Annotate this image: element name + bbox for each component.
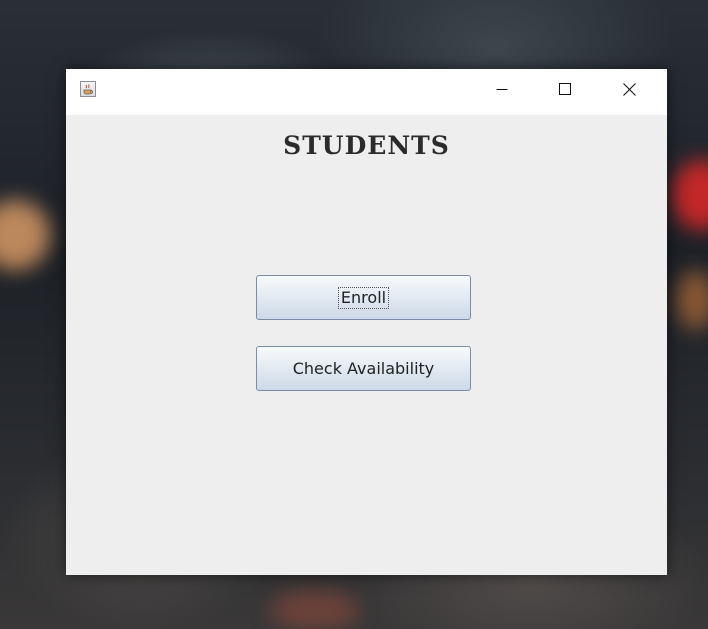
bokeh-light — [672, 160, 708, 230]
window-titlebar[interactable] — [66, 69, 667, 115]
bokeh-light — [676, 270, 708, 330]
minimize-icon — [496, 89, 508, 90]
page-title: STUDENTS — [283, 131, 450, 160]
maximize-button[interactable] — [542, 69, 588, 109]
check-availability-button[interactable]: Check Availability — [256, 346, 471, 391]
enroll-button-label: Enroll — [337, 286, 390, 309]
java-cup-icon[interactable] — [80, 81, 96, 97]
close-button[interactable] — [606, 69, 652, 109]
students-window: STUDENTS Enroll Check Availability — [66, 69, 667, 575]
maximize-icon — [559, 83, 571, 95]
check-availability-button-label: Check Availability — [292, 359, 435, 378]
enroll-button[interactable]: Enroll — [256, 275, 471, 320]
minimize-button[interactable] — [479, 69, 525, 109]
bokeh-light — [0, 200, 50, 270]
close-icon — [622, 82, 636, 96]
bokeh-light — [270, 590, 360, 629]
